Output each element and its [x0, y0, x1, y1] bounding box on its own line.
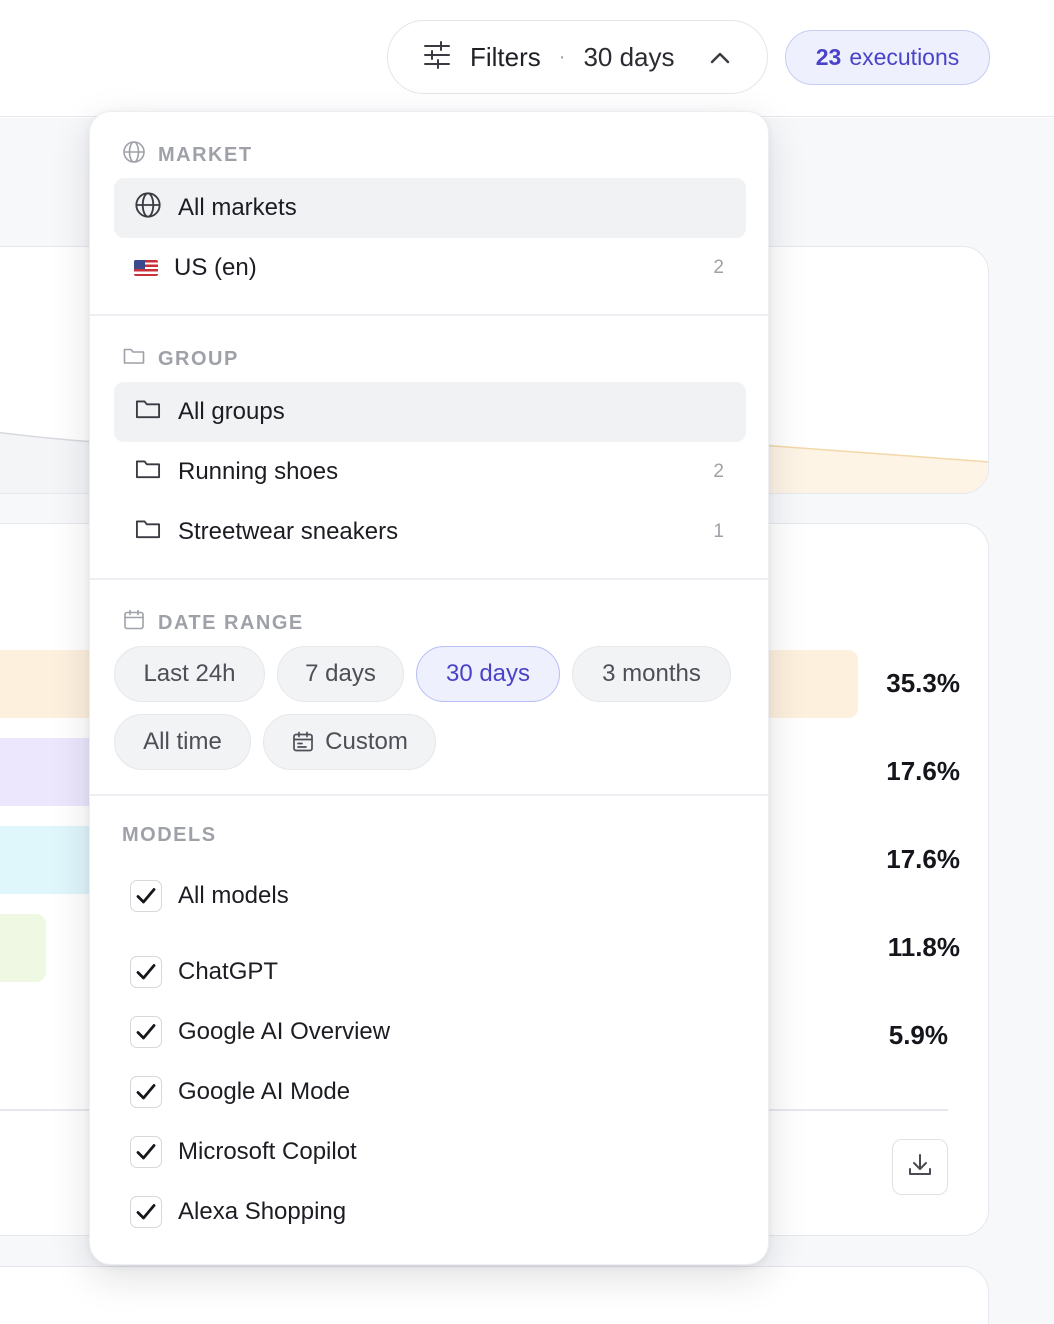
globe-icon: [122, 140, 146, 170]
model-checkbox-all[interactable]: All models: [130, 880, 289, 912]
date-option-label: 30 days: [445, 660, 531, 687]
date-option-label: 7 days: [305, 660, 376, 687]
check-icon[interactable]: [130, 1196, 162, 1228]
model-checkbox-alexa-shopping[interactable]: Alexa Shopping: [130, 1196, 346, 1228]
model-label: Google AI Mode: [178, 1078, 351, 1105]
model-checkbox-chatgpt[interactable]: ChatGPT: [130, 956, 278, 988]
share-percent: 11.8%: [887, 932, 960, 962]
share-percent: 17.6%: [886, 756, 960, 786]
date-option-label: Last 24h: [143, 660, 236, 687]
model-checkbox-google-ai-mode[interactable]: Google AI Mode: [130, 1076, 350, 1108]
share-percent: 5.9%: [888, 1020, 948, 1050]
model-checkbox-microsoft-copilot[interactable]: Microsoft Copilot: [130, 1136, 357, 1168]
chevron-up-icon: [709, 47, 731, 74]
group-heading-text: GROUP: [158, 347, 239, 370]
group-option-count: 1: [713, 521, 724, 542]
bottom-card: [0, 1266, 989, 1324]
check-icon[interactable]: [130, 1136, 162, 1168]
model-label: ChatGPT: [178, 958, 279, 985]
model-label: Alexa Shopping: [178, 1198, 347, 1225]
group-option-streetwear-sneakers[interactable]: Streetwear sneakers 1: [114, 502, 746, 562]
date-range-section-heading: DATE RANGE: [122, 608, 304, 638]
folder-icon: [134, 455, 162, 490]
market-option-count: 2: [713, 257, 724, 278]
calendar-icon: [122, 608, 146, 638]
executions-count: 23: [815, 44, 842, 70]
date-option-30-days[interactable]: 30 days: [416, 646, 560, 702]
group-section-heading: GROUP: [122, 344, 239, 374]
market-section-heading: MARKET: [122, 140, 253, 170]
date-option-label: All time: [143, 728, 222, 755]
models-heading-text: MODELS: [122, 824, 217, 846]
market-option-label: US (en): [174, 254, 257, 281]
market-option-us[interactable]: US (en) 2: [114, 238, 746, 298]
group-option-all[interactable]: All groups: [114, 382, 746, 442]
filters-label: Filters: [470, 41, 541, 72]
executions-label: executions: [849, 44, 960, 70]
market-option-all[interactable]: All markets: [114, 178, 746, 238]
market-option-label: All markets: [178, 194, 297, 221]
date-range-heading-text: DATE RANGE: [158, 611, 304, 634]
section-divider: [90, 794, 768, 796]
date-option-3-months[interactable]: 3 months: [572, 646, 731, 702]
group-option-label: Running shoes: [178, 458, 339, 485]
globe-icon: [134, 191, 162, 226]
folder-icon: [134, 515, 162, 550]
check-icon[interactable]: [130, 1016, 162, 1048]
filters-dropdown-panel: MARKET All markets US (en) 2 GROUP All g…: [89, 111, 769, 1265]
date-option-last-24h[interactable]: Last 24h: [114, 646, 265, 702]
section-divider: [90, 314, 768, 316]
date-option-label: 3 months: [602, 660, 701, 687]
share-percent: 17.6%: [886, 844, 960, 874]
filters-button[interactable]: Filters · 30 days: [387, 20, 768, 94]
section-divider: [90, 578, 768, 580]
download-button[interactable]: [892, 1139, 948, 1195]
sliders-icon: [422, 40, 452, 75]
group-option-label: Streetwear sneakers: [178, 518, 399, 545]
model-checkbox-google-ai-overview[interactable]: Google AI Overview: [130, 1016, 390, 1048]
check-icon[interactable]: [130, 956, 162, 988]
group-option-running-shoes[interactable]: Running shoes 2: [114, 442, 746, 502]
model-label: Microsoft Copilot: [178, 1138, 357, 1165]
market-heading-text: MARKET: [158, 143, 253, 166]
check-icon[interactable]: [130, 1076, 162, 1108]
folder-icon: [134, 395, 162, 430]
check-icon[interactable]: [130, 880, 162, 912]
date-option-7-days[interactable]: 7 days: [277, 646, 404, 702]
group-option-label: All groups: [178, 398, 285, 425]
executions-badge: 23 executions: [785, 30, 990, 85]
models-section-heading: MODELS: [122, 824, 217, 847]
date-option-custom[interactable]: Custom: [263, 714, 436, 770]
top-bar: Filters · 30 days 23 executions: [0, 0, 1054, 117]
filters-separator: ·: [558, 45, 566, 68]
share-percent: 35.3%: [886, 668, 960, 698]
folder-icon: [122, 344, 146, 374]
model-label: All models: [178, 882, 289, 909]
group-option-count: 2: [713, 461, 724, 482]
download-icon: [906, 1151, 934, 1184]
model-label: Google AI Overview: [178, 1018, 391, 1045]
us-flag-icon: [134, 260, 158, 276]
calendar-icon: [291, 730, 315, 754]
date-option-label: Custom: [325, 728, 408, 755]
share-bar: [0, 914, 46, 982]
date-option-all-time[interactable]: All time: [114, 714, 251, 770]
filters-current-value: 30 days: [583, 41, 675, 72]
